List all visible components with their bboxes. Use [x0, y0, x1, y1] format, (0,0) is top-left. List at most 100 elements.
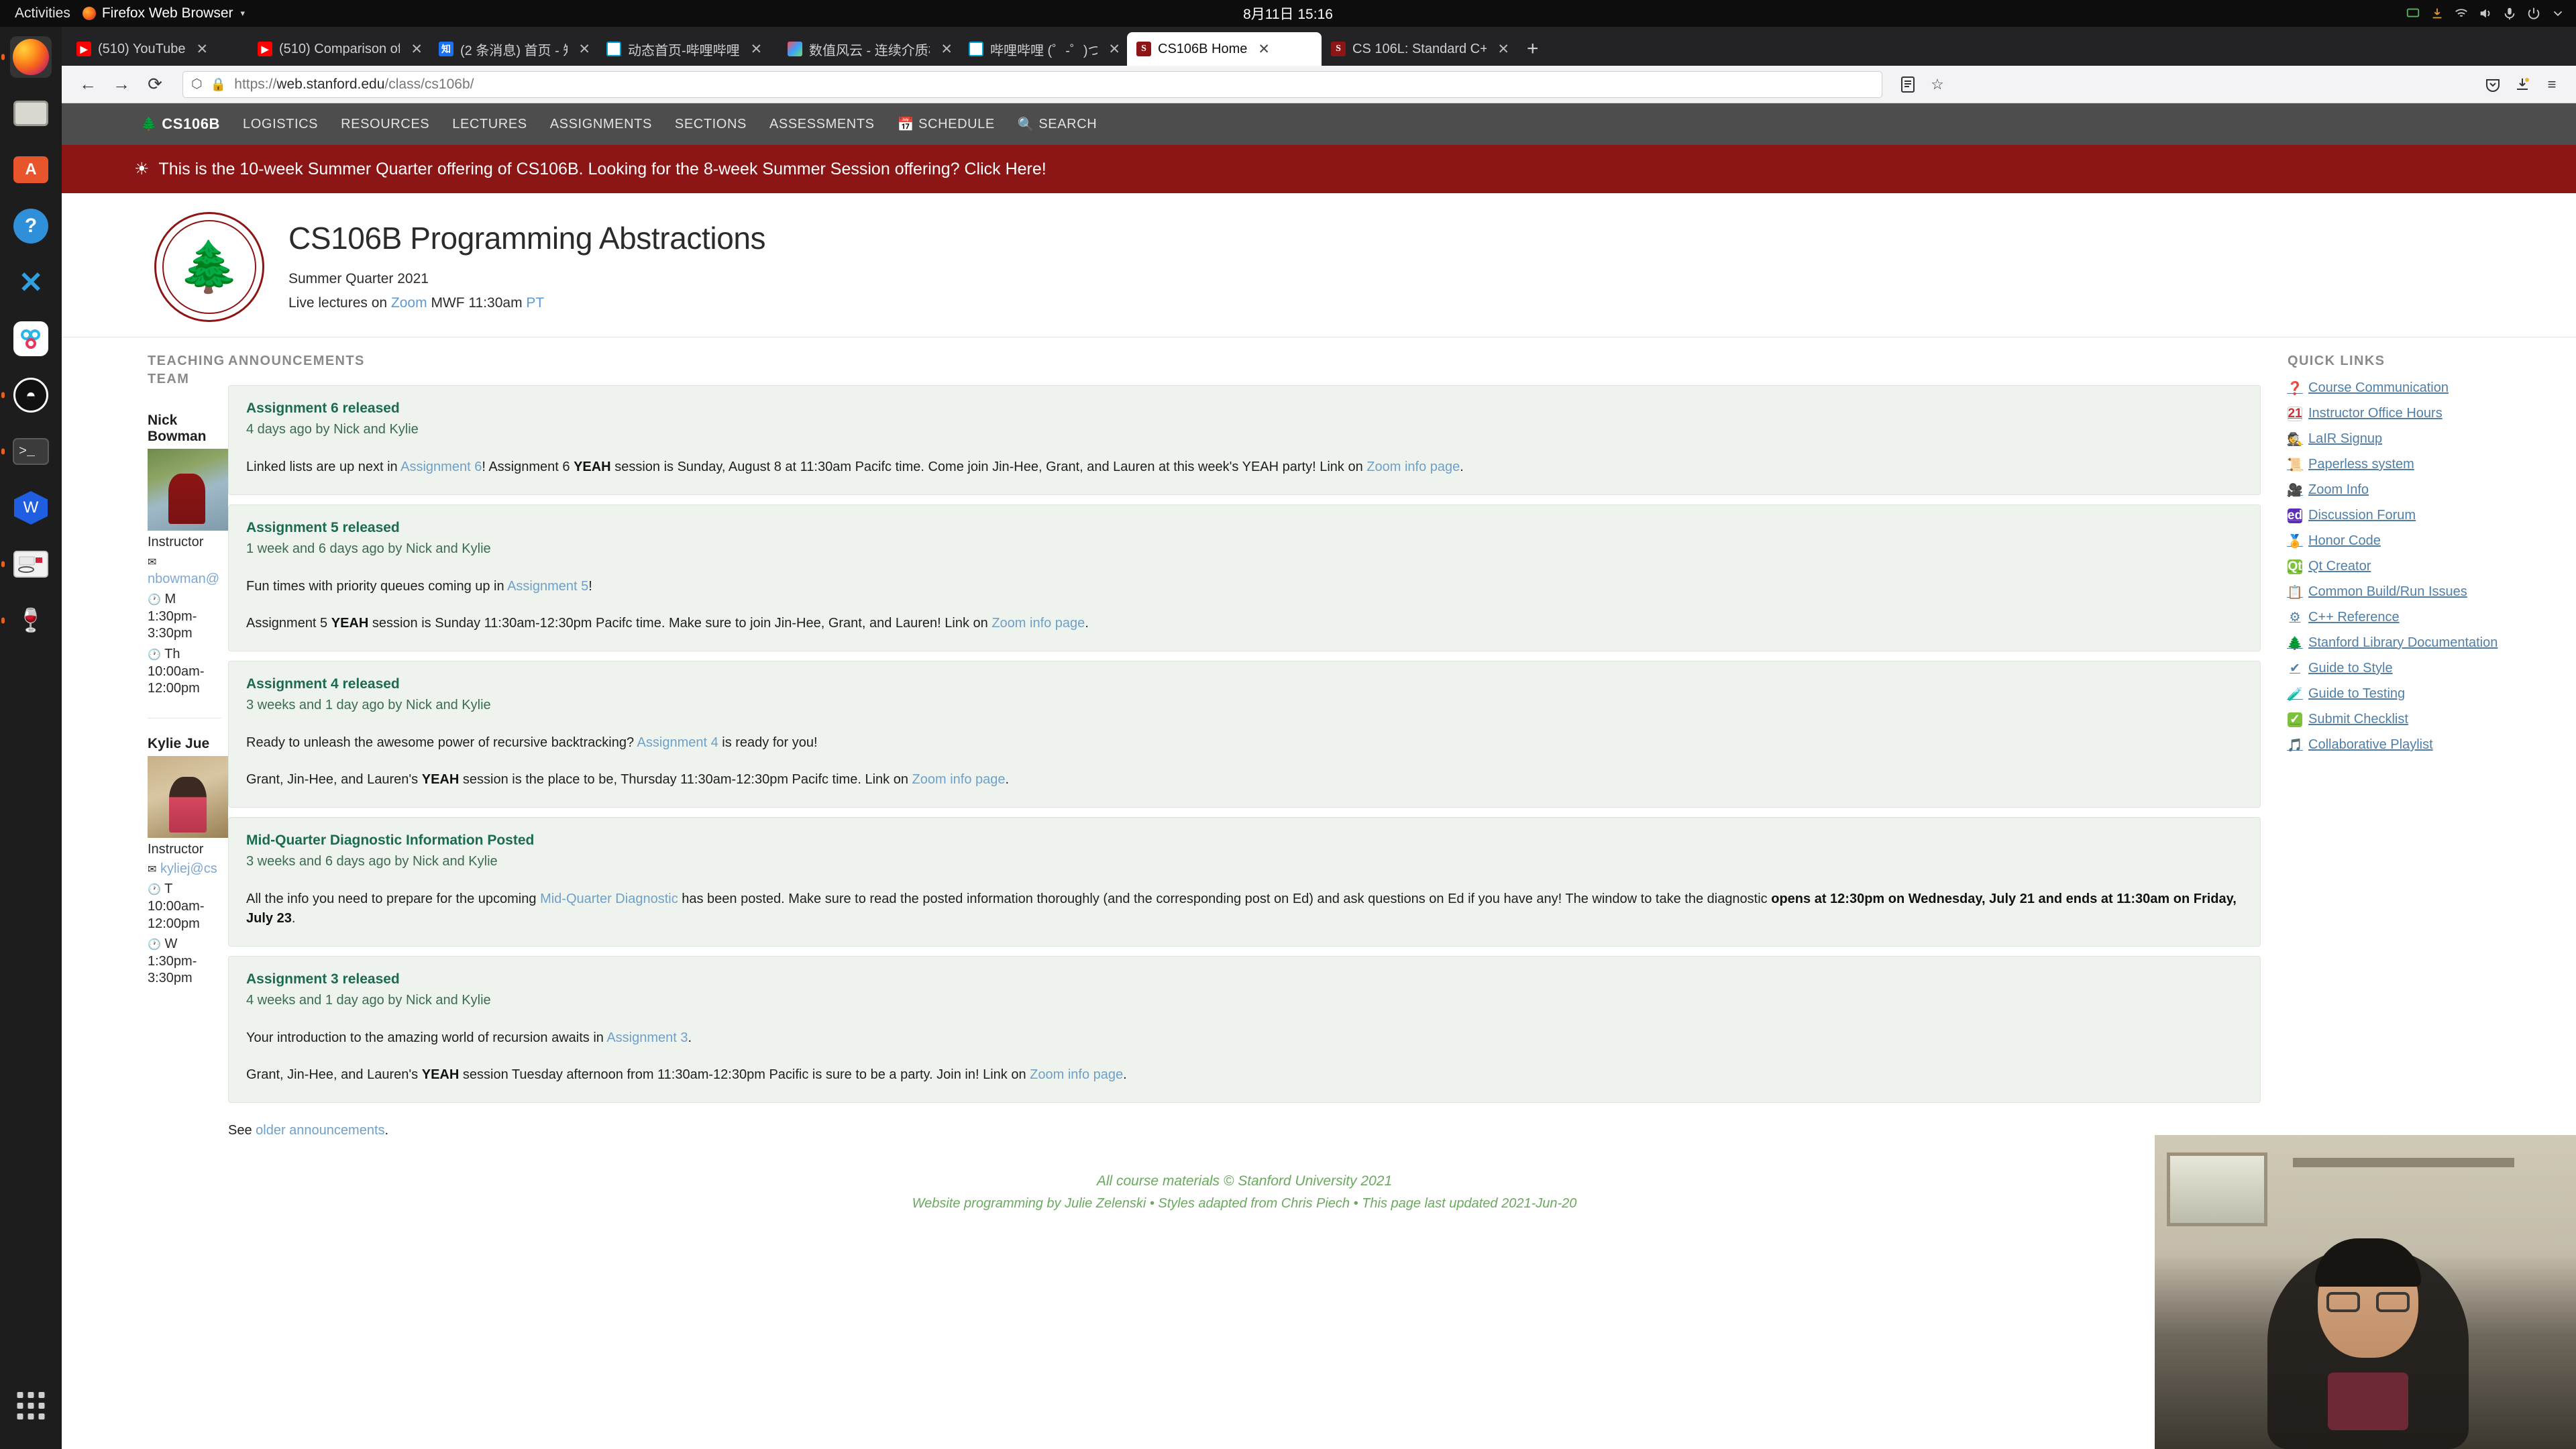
system-tray[interactable]	[2406, 6, 2565, 21]
lock-icon[interactable]: 🔒	[211, 76, 227, 93]
reload-button[interactable]: ⟳	[140, 71, 170, 98]
reader-view-icon[interactable]	[1894, 71, 1921, 98]
pocket-icon[interactable]	[2479, 71, 2506, 98]
staff-email-line[interactable]: ✉ kyliej@cs	[148, 861, 221, 878]
quick-link-course-communication[interactable]: ❓ Course Communication	[2287, 380, 2549, 396]
staff-name: Nick Bowman	[148, 413, 207, 444]
numerical-icon	[788, 42, 802, 56]
tab-close-icon[interactable]: ✕	[751, 41, 763, 58]
tab-close-icon[interactable]: ✕	[196, 41, 208, 58]
menu-button[interactable]: ≡	[2538, 71, 2565, 98]
downloads-icon[interactable]	[2509, 71, 2536, 98]
quick-link-stanford-library-documentation[interactable]: 🌲 Stanford Library Documentation	[2287, 635, 2549, 651]
tab-comparison[interactable]: ▶ (510) Comparison of wav ✕	[248, 32, 429, 66]
tab-cs106l[interactable]: S CS 106L: Standard C++ Pr ✕	[1322, 32, 1516, 66]
dock-item-terminal[interactable]: >_	[10, 431, 52, 472]
dock-item-vscode[interactable]: ✕	[10, 262, 52, 303]
window-shape	[2167, 1152, 2267, 1226]
url-bar[interactable]: ⬡ 🔒 https://web.stanford.edu/class/cs106…	[182, 70, 1882, 98]
tab-cs106b-home[interactable]: S CS106B Home ✕	[1127, 32, 1322, 66]
stanford-seal: 🌲	[154, 212, 264, 322]
quick-link-common-build-run-issues[interactable]: 📋 Common Build/Run Issues	[2287, 584, 2549, 600]
nav-item-resources[interactable]: RESOURCES	[341, 117, 429, 132]
inline-link[interactable]: Zoom info page	[912, 772, 1006, 787]
nav-item-lectures[interactable]: LECTURES	[452, 117, 527, 132]
quick-link-discussion-forum[interactable]: ed Discussion Forum	[2288, 508, 2549, 523]
inline-link[interactable]: Zoom info page	[1030, 1067, 1123, 1082]
quick-link-guide-to-testing[interactable]: 🧪 Guide to Testing	[2287, 686, 2549, 702]
inline-link[interactable]: Assignment 3	[606, 1030, 688, 1045]
webcam-overlay[interactable]	[2155, 1135, 2576, 1449]
new-tab-button[interactable]: +	[1516, 38, 1550, 66]
software-store-icon: A	[13, 156, 48, 183]
older-prefix: See	[228, 1123, 256, 1138]
tab-close-icon[interactable]: ✕	[1258, 41, 1270, 58]
quick-link-cpp-reference[interactable]: ⚙ C++ Reference	[2288, 610, 2549, 625]
older-announcements-link[interactable]: older announcements	[256, 1123, 384, 1138]
nav-item-schedule[interactable]: 📅 SCHEDULE	[898, 116, 995, 133]
staff-email[interactable]: kyliej@cs	[160, 861, 217, 876]
tab-close-icon[interactable]: ✕	[578, 41, 590, 58]
tab-label: (510) Comparison of wav	[279, 41, 400, 56]
show-applications-button[interactable]	[17, 1392, 45, 1419]
staff-email-line[interactable]: ✉ nbowman@	[148, 553, 221, 588]
tab-close-icon[interactable]: ✕	[1108, 41, 1120, 58]
tab-youtube[interactable]: ▶ (510) YouTube ✕	[67, 32, 248, 66]
quick-link-label: Discussion Forum	[2308, 508, 2416, 523]
forward-button[interactable]: →	[106, 71, 137, 98]
clock[interactable]: 8月11日 15:16	[1243, 3, 1333, 23]
clock-icon: 🕐	[148, 649, 161, 661]
nav-item-logistics[interactable]: LOGISTICS	[243, 117, 318, 132]
inline-link[interactable]: Assignment 5	[507, 579, 588, 594]
inline-link[interactable]: Zoom info page	[991, 616, 1085, 631]
tab-close-icon[interactable]: ✕	[941, 41, 953, 58]
tab-zhihu[interactable]: 知 (2 条消息) 首页 - 知乎 ✕	[429, 32, 597, 66]
quick-link-instructor-office-hours[interactable]: 21 Instructor Office Hours	[2288, 406, 2549, 421]
dock-item-files[interactable]	[10, 93, 52, 134]
quick-link-lair-signup[interactable]: 🕵 LaIR Signup	[2287, 431, 2549, 447]
nav-item-assignments[interactable]: ASSIGNMENTS	[550, 117, 652, 132]
dock-item-wine[interactable]: 🍷	[10, 600, 52, 641]
quick-link-guide-to-style[interactable]: ✔ Guide to Style	[2288, 661, 2549, 676]
tab-close-icon[interactable]: ✕	[1497, 41, 1509, 58]
back-button[interactable]: ←	[72, 71, 103, 98]
site-brand[interactable]: 🌲 CS106B	[141, 115, 220, 133]
quick-link-paperless-system[interactable]: 📜 Paperless system	[2287, 457, 2549, 472]
tab-close-icon[interactable]: ✕	[411, 41, 423, 58]
alert-banner[interactable]: ☀ This is the 10-week Summer Quarter off…	[62, 145, 2576, 193]
dock-item-clion[interactable]	[10, 318, 52, 360]
timezone-link[interactable]: PT	[526, 295, 544, 311]
activities-button[interactable]: Activities	[0, 5, 83, 21]
inline-link[interactable]: Zoom info page	[1366, 460, 1460, 474]
staff-email[interactable]: nbowman@	[148, 572, 219, 586]
app-menu-button[interactable]: Firefox Web Browser ▾	[82, 5, 245, 21]
dock-item-software[interactable]: A	[10, 149, 52, 191]
dock-item-help[interactable]: ?	[10, 205, 52, 247]
inline-link[interactable]: Assignment 4	[637, 735, 718, 750]
quick-link-qt-creator[interactable]: Qt Qt Creator	[2288, 559, 2549, 574]
nav-label: SCHEDULE	[918, 116, 995, 131]
quick-link-honor-code[interactable]: 🏅 Honor Code	[2287, 533, 2549, 549]
inline-link[interactable]: Assignment 6	[400, 460, 482, 474]
gear-icon: ⚙	[2289, 610, 2301, 625]
dock-item-wps-presentation[interactable]	[10, 543, 52, 585]
dock-item-wps[interactable]: W	[10, 487, 52, 529]
nav-item-assessments[interactable]: ASSESSMENTS	[769, 117, 875, 132]
nav-item-search[interactable]: 🔍 SEARCH	[1018, 116, 1097, 133]
inline-link[interactable]: Mid-Quarter Diagnostic	[540, 892, 678, 906]
clock-icon: 🕐	[148, 939, 161, 951]
tab-bilibili-dynamic[interactable]: b 动态首页-哔哩哔哩 ✕	[597, 32, 778, 66]
quick-link-zoom-info[interactable]: 🎥 Zoom Info	[2287, 482, 2549, 498]
quick-link-collaborative-playlist[interactable]: 🎵 Collaborative Playlist	[2287, 737, 2549, 753]
dock-item-obs[interactable]: ◓	[10, 374, 52, 416]
shield-icon[interactable]: ⬡	[191, 76, 203, 92]
tab-numerical[interactable]: 数值风云 - 连续介质模拟 ✕	[778, 32, 959, 66]
quick-link-label: Zoom Info	[2308, 482, 2369, 497]
tab-bilibili[interactable]: b 哔哩哔哩 (゜-゜)つロ 干杯 ✕	[959, 32, 1127, 66]
bookmark-star-icon[interactable]: ☆	[1924, 71, 1951, 98]
quick-link-submit-checklist[interactable]: ✓ Submit Checklist	[2288, 712, 2549, 727]
dock-item-firefox[interactable]	[10, 36, 52, 78]
zoom-link[interactable]: Zoom	[391, 295, 427, 311]
nav-item-sections[interactable]: SECTIONS	[675, 117, 747, 132]
terminal-icon: >_	[13, 438, 49, 465]
